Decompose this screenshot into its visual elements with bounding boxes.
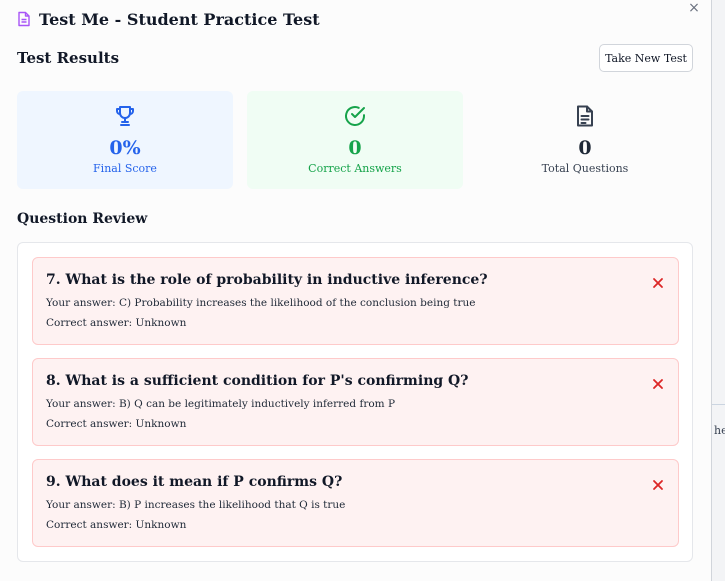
correct-answer: Correct answer: Unknown: [46, 317, 187, 329]
final-score-value: 0%: [109, 137, 141, 159]
your-answer: Your answer: B) P increases the likeliho…: [46, 499, 346, 511]
incorrect-x-icon: [651, 275, 665, 289]
take-new-test-button[interactable]: Take New Test: [599, 44, 693, 72]
incorrect-x-icon: [651, 376, 665, 390]
question-card: 8. What is a sufficient condition for P'…: [32, 358, 679, 446]
stat-total-questions: 0 Total Questions: [477, 91, 693, 189]
question-title: 8. What is a sufficient condition for P'…: [46, 373, 469, 389]
question-title: 9. What does it mean if P confirms Q?: [46, 474, 343, 490]
final-score-label: Final Score: [93, 162, 157, 175]
modal-header: Test Me - Student Practice Test: [17, 9, 320, 29]
document-icon: [572, 103, 598, 129]
stat-correct-answers: 0 Correct Answers: [247, 91, 463, 189]
modal-title: Test Me - Student Practice Test: [39, 9, 320, 29]
correct-answer: Correct answer: Unknown: [46, 418, 187, 430]
results-heading: Test Results: [17, 49, 120, 67]
question-review-heading: Question Review: [17, 211, 148, 227]
background-text: he: [714, 424, 725, 437]
correct-answer: Correct answer: Unknown: [46, 519, 187, 531]
stat-final-score: 0% Final Score: [17, 91, 233, 189]
background-divider: [712, 404, 725, 405]
question-card: 9. What does it mean if P confirms Q? Yo…: [32, 459, 679, 547]
close-button[interactable]: ×: [687, 0, 701, 16]
trophy-icon: [112, 103, 138, 129]
question-card: 7. What is the role of probability in in…: [32, 257, 679, 345]
correct-answers-label: Correct Answers: [308, 162, 402, 175]
question-title: 7. What is the role of probability in in…: [46, 272, 488, 288]
results-modal: × Test Me - Student Practice Test Test R…: [0, 0, 711, 581]
question-review-panel[interactable]: 7. What is the role of probability in in…: [17, 242, 693, 562]
background-page: he: [711, 0, 725, 581]
document-icon: [17, 11, 31, 27]
total-questions-value: 0: [578, 137, 592, 159]
incorrect-x-icon: [651, 477, 665, 491]
total-questions-label: Total Questions: [541, 162, 629, 175]
your-answer: Your answer: B) Q can be legitimately in…: [46, 398, 396, 410]
check-circle-icon: [342, 103, 368, 129]
correct-answers-value: 0: [348, 137, 362, 159]
your-answer: Your answer: C) Probability increases th…: [46, 297, 476, 309]
